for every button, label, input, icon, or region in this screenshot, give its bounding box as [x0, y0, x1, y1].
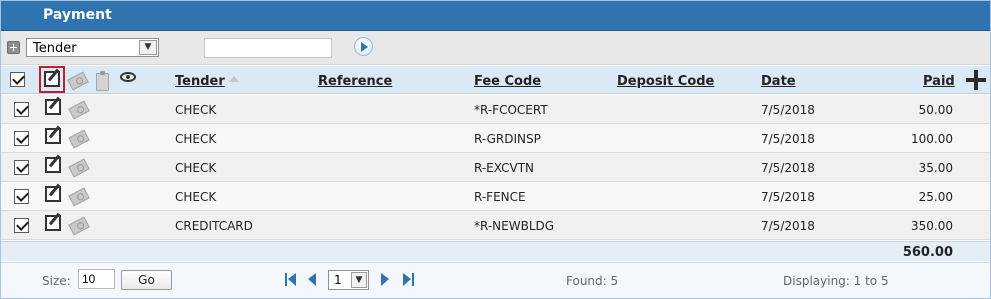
row-money-icon[interactable]: [68, 187, 90, 207]
cell-fee-code: R-FENCE: [474, 190, 526, 204]
cell-paid: 35.00: [918, 161, 953, 175]
cell-paid: 50.00: [918, 103, 953, 117]
row-checkbox[interactable]: [14, 189, 29, 204]
cell-date: 7/5/2018: [761, 132, 815, 146]
cell-tender: CHECK: [175, 103, 217, 117]
row-money-icon[interactable]: [68, 216, 90, 236]
page-select-value: 1: [334, 273, 342, 287]
row-checkbox[interactable]: [14, 131, 29, 146]
row-edit-icon[interactable]: [45, 186, 61, 202]
row-money-icon[interactable]: [68, 129, 90, 149]
row-edit-icon[interactable]: [45, 99, 61, 115]
total-paid: 560.00: [902, 245, 953, 260]
page-size-input[interactable]: [78, 269, 115, 289]
cell-fee-code: R-EXCVTN: [474, 161, 535, 175]
panel-title: Payment: [43, 7, 112, 23]
row-checkbox[interactable]: [14, 218, 29, 233]
add-icon[interactable]: [966, 70, 986, 90]
cell-paid: 350.00: [911, 219, 953, 233]
row-checkbox[interactable]: [14, 160, 29, 175]
column-header-reference[interactable]: Reference: [318, 74, 392, 89]
filter-go-icon[interactable]: [354, 37, 373, 56]
table-row: CHECK R-EXCVTN 7/5/2018 35.00: [1, 153, 990, 182]
chevron-down-icon[interactable]: ▼: [139, 40, 157, 55]
column-header-paid[interactable]: Paid: [923, 74, 955, 89]
total-row: 560.00: [1, 241, 990, 261]
row-money-icon[interactable]: [68, 100, 90, 120]
cell-fee-code: *R-FCOCERT: [474, 103, 548, 117]
column-header-tender[interactable]: Tender: [175, 74, 225, 89]
found-count: Found: 5: [566, 274, 619, 288]
table-row: CREDITCARD *R-NEWBLDG 7/5/2018 350.00: [1, 211, 990, 240]
header-edit-icon[interactable]: [44, 71, 60, 87]
cell-fee-code: R-GRDINSP: [474, 132, 541, 146]
payment-panel: Payment Tender ▼ Tender Reference Fee Co…: [0, 0, 991, 299]
column-header-deposit-code[interactable]: Deposit Code: [617, 74, 714, 89]
row-checkbox[interactable]: [14, 102, 29, 117]
panel-header: Payment: [1, 1, 990, 31]
filter-field-select[interactable]: Tender ▼: [26, 38, 159, 57]
page-size-go-button[interactable]: Go: [121, 270, 172, 290]
table-row: CHECK R-GRDINSP 7/5/2018 100.00: [1, 124, 990, 153]
table-row: CHECK R-FENCE 7/5/2018 25.00: [1, 182, 990, 211]
last-page-icon[interactable]: [403, 273, 415, 286]
plus-square-icon[interactable]: [7, 41, 20, 54]
filter-field-value: Tender: [33, 41, 77, 56]
cell-tender: CHECK: [175, 190, 217, 204]
filter-search-input[interactable]: [204, 38, 332, 58]
cell-paid: 25.00: [918, 190, 953, 204]
page-size-label: Size:: [42, 274, 71, 288]
table-row: CHECK *R-FCOCERT 7/5/2018 50.00: [1, 95, 990, 124]
select-all-checkbox[interactable]: [10, 72, 25, 87]
row-money-icon[interactable]: [68, 158, 90, 178]
cell-tender: CHECK: [175, 132, 217, 146]
chevron-down-icon[interactable]: ▼: [351, 272, 367, 288]
row-edit-icon[interactable]: [45, 128, 61, 144]
cell-date: 7/5/2018: [761, 219, 815, 233]
cell-tender: CREDITCARD: [175, 219, 253, 233]
cell-paid: 100.00: [911, 132, 953, 146]
next-page-icon[interactable]: [381, 273, 389, 286]
page-select[interactable]: 1 ▼: [328, 270, 369, 290]
displaying-range: Displaying: 1 to 5: [783, 274, 889, 288]
sort-arrow-icon: [229, 76, 239, 82]
column-header-fee-code[interactable]: Fee Code: [474, 74, 541, 89]
first-page-icon[interactable]: [285, 273, 297, 286]
column-header-date[interactable]: Date: [761, 74, 796, 89]
cell-tender: CHECK: [175, 161, 217, 175]
row-edit-icon[interactable]: [45, 215, 61, 231]
cell-date: 7/5/2018: [761, 103, 815, 117]
previous-page-icon[interactable]: [308, 273, 316, 286]
row-edit-icon[interactable]: [45, 157, 61, 173]
eye-icon[interactable]: [120, 72, 136, 82]
cell-fee-code: *R-NEWBLDG: [474, 219, 555, 233]
clipboard-icon[interactable]: [96, 71, 109, 91]
cell-date: 7/5/2018: [761, 190, 815, 204]
cell-date: 7/5/2018: [761, 161, 815, 175]
